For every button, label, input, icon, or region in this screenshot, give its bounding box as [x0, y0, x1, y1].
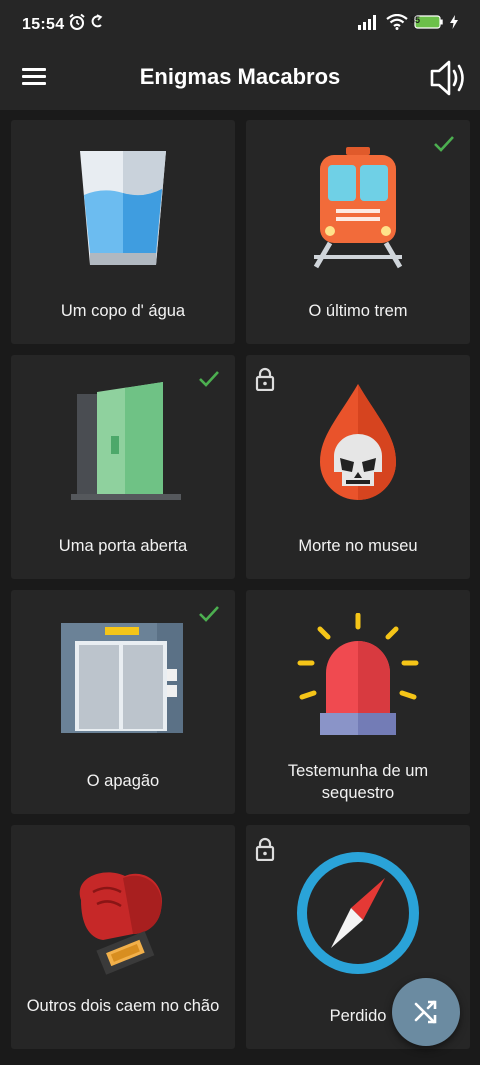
puzzle-title: Outros dois caem no chão [26, 997, 220, 1015]
puzzle-card[interactable]: O último trem [246, 120, 470, 344]
puzzle-card[interactable]: Testemunha de um sequestro [246, 590, 470, 814]
puzzle-title: Uma porta aberta [58, 537, 188, 555]
puzzle-title: O último trem [308, 302, 408, 320]
status-time: 15:54 [22, 16, 65, 33]
sync-icon [91, 14, 103, 28]
puzzle-card[interactable]: Uma porta aberta [11, 355, 235, 579]
puzzle-title: O apagão [86, 772, 160, 790]
speaker-icon [430, 60, 464, 96]
glass-of-water-icon [80, 150, 166, 265]
compass-icon [297, 851, 419, 974]
puzzle-title: Um copo d' água [60, 302, 186, 320]
puzzle-card[interactable]: Um copo d' água [11, 120, 235, 344]
boxing-gloves-icon [79, 871, 162, 975]
battery-level: 85 [409, 15, 420, 25]
puzzle-card[interactable]: O apagão [11, 590, 235, 814]
app-title: Enigmas Macabros [139, 64, 341, 89]
puzzle-card[interactable]: Outros dois caem no chão [11, 825, 235, 1049]
open-door-icon [71, 381, 181, 500]
sound-toggle-button[interactable] [426, 56, 470, 100]
skull-drop-icon [320, 383, 396, 500]
train-icon [313, 146, 403, 268]
status-right-icons: 85 [358, 14, 458, 30]
status-bar: 15:54 85 [0, 0, 480, 50]
elevator-icon [61, 622, 183, 733]
charging-icon [450, 15, 458, 29]
shuffle-icon [414, 1000, 437, 1024]
puzzle-title: Morte no museu [298, 537, 418, 555]
signal-icon [358, 15, 376, 30]
puzzle-card[interactable]: Morte no museu [246, 355, 470, 579]
puzzle-title: Testemunha de um sequestro [287, 762, 429, 802]
shuffle-button[interactable] [392, 978, 460, 1046]
status-left-icons [68, 13, 104, 31]
siren-icon [297, 612, 419, 735]
wifi-icon [386, 14, 408, 30]
app-bar: Enigmas Macabros [0, 50, 480, 110]
alarm-icon [69, 13, 85, 30]
